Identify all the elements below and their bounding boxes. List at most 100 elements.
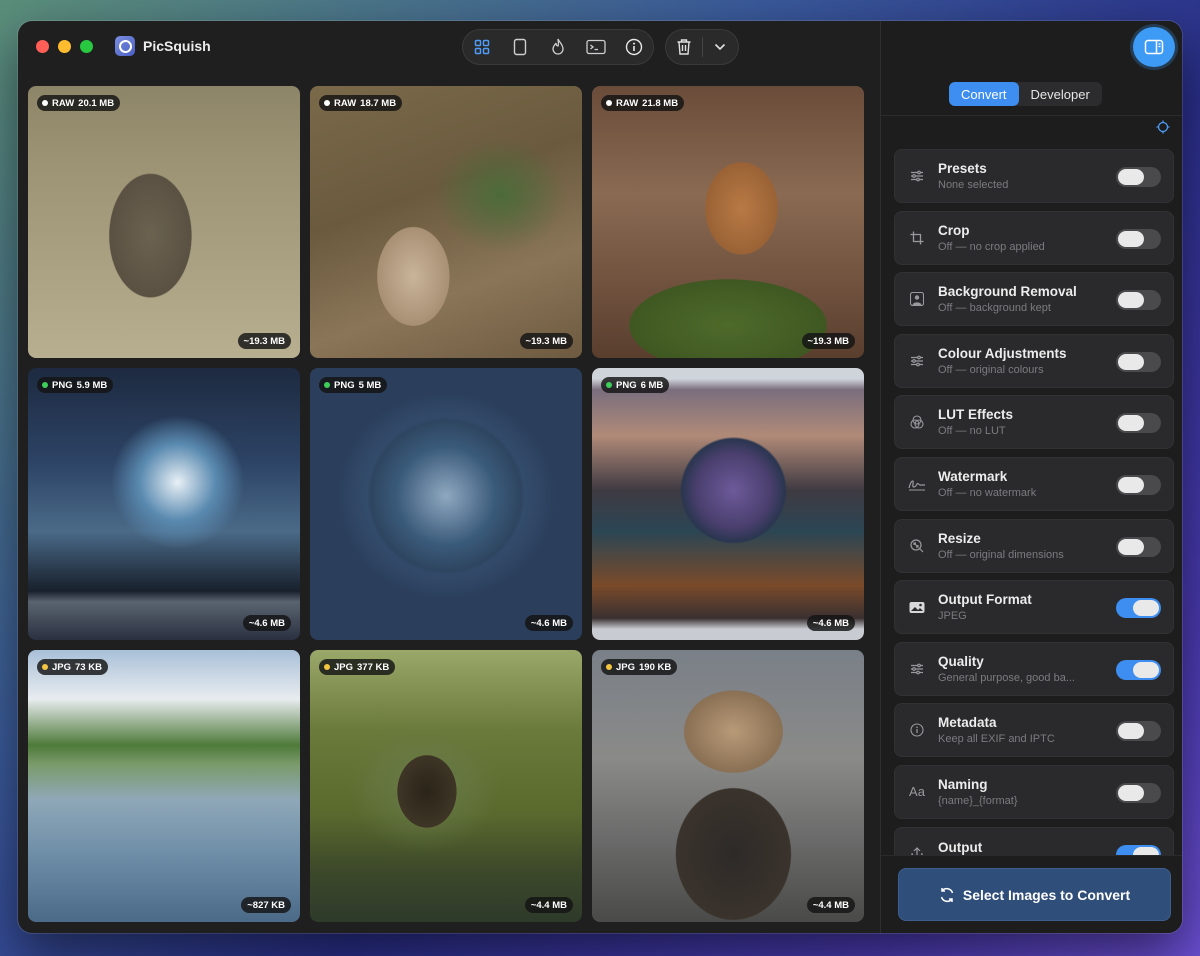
resize-icon bbox=[907, 538, 927, 553]
lut-icon bbox=[907, 415, 927, 429]
image-tile[interactable]: JPG 73 KB ~827 KB bbox=[28, 650, 300, 922]
setting-title: Presets bbox=[938, 161, 987, 176]
delete-button[interactable] bbox=[666, 29, 702, 65]
setting-subtitle: Off — no crop applied bbox=[938, 240, 1045, 253]
locate-button[interactable] bbox=[1156, 120, 1170, 139]
setting-toggle[interactable] bbox=[1116, 290, 1161, 311]
format-label: PNG bbox=[52, 379, 73, 391]
app-window: PicSquish RAW 20.1 MB ~19.3 MB RAW 18.7 MB ~1… bbox=[18, 21, 1182, 933]
setting-toggle[interactable] bbox=[1116, 536, 1161, 557]
setting-toggle[interactable] bbox=[1116, 167, 1161, 187]
image-tile[interactable]: RAW 20.1 MB ~19.3 MB bbox=[28, 86, 300, 358]
setting-row-quality[interactable]: Quality General purpose, good ba... bbox=[894, 641, 1174, 696]
format-size-badge: PNG 6 MB bbox=[601, 377, 670, 393]
format-dot-icon bbox=[42, 100, 48, 106]
setting-toggle[interactable] bbox=[1116, 782, 1161, 803]
grid-icon bbox=[474, 39, 490, 55]
setting-title: LUT Effects bbox=[938, 407, 1014, 423]
hot-button[interactable] bbox=[539, 29, 577, 65]
info-button[interactable] bbox=[615, 29, 653, 65]
setting-row-metadata[interactable]: Metadata Keep all EXIF and IPTC bbox=[894, 703, 1174, 758]
minimize-window-button[interactable] bbox=[58, 40, 71, 53]
close-window-button[interactable] bbox=[36, 40, 49, 53]
settings-list: Presets None selected Crop Off — no crop ap… bbox=[894, 149, 1174, 857]
format-size-badge: JPG 190 KB bbox=[601, 659, 678, 675]
tab-developer[interactable]: Developer bbox=[1019, 82, 1102, 106]
image-tile[interactable]: PNG 5.9 MB ~4.6 MB bbox=[28, 368, 300, 640]
select-images-button[interactable]: Select Images to Convert bbox=[898, 868, 1171, 921]
image-tile[interactable]: PNG 5 MB ~4.6 MB bbox=[310, 368, 582, 640]
info-icon bbox=[625, 38, 643, 56]
format-dot-icon bbox=[324, 100, 330, 106]
tablet-icon bbox=[513, 38, 527, 56]
setting-row-resize[interactable]: Resize Off — original dimensions bbox=[894, 518, 1174, 573]
setting-toggle[interactable] bbox=[1116, 351, 1161, 372]
setting-toggle[interactable] bbox=[1116, 659, 1161, 680]
cta-footer: Select Images to Convert bbox=[881, 855, 1182, 933]
single-view-button[interactable] bbox=[501, 29, 539, 65]
setting-toggle[interactable] bbox=[1116, 228, 1161, 249]
format-size-badge: RAW 21.8 MB bbox=[601, 95, 685, 111]
more-menu-button[interactable] bbox=[702, 29, 738, 65]
trash-toolbar bbox=[665, 29, 739, 65]
setting-title: Naming bbox=[938, 776, 988, 792]
format-size-badge: PNG 5.9 MB bbox=[37, 377, 114, 393]
image-grid: RAW 20.1 MB ~19.3 MB RAW 18.7 MB ~19.3 MB RAW 2… bbox=[28, 86, 866, 922]
setting-subtitle: Off — original colours bbox=[938, 363, 1044, 376]
image-tile[interactable]: RAW 18.7 MB ~19.3 MB bbox=[310, 86, 582, 358]
settings-sidebar: Convert Developer Presets None selected Cr… bbox=[880, 21, 1182, 933]
setting-row-colour-adjustments[interactable]: Colour Adjustments Off — original colours bbox=[894, 333, 1174, 388]
setting-row-background-removal[interactable]: Background Removal Off — background kept bbox=[894, 272, 1174, 327]
original-size-label: 73 KB bbox=[75, 661, 102, 673]
format-dot-icon bbox=[606, 382, 612, 388]
signature-icon bbox=[907, 477, 927, 491]
original-size-label: 5 MB bbox=[358, 379, 382, 391]
setting-title: Output Format bbox=[938, 592, 1032, 608]
setting-toggle[interactable] bbox=[1116, 474, 1161, 495]
window-controls bbox=[36, 40, 93, 53]
image-tile[interactable]: RAW 21.8 MB ~19.3 MB bbox=[592, 86, 864, 358]
grid-view-button[interactable] bbox=[463, 29, 501, 65]
image-tile[interactable]: PNG 6 MB ~4.6 MB bbox=[592, 368, 864, 640]
setting-row-lut-effects[interactable]: LUT Effects Off — no LUT bbox=[894, 395, 1174, 450]
tab-convert[interactable]: Convert bbox=[949, 82, 1019, 106]
setting-row-output[interactable]: Output bbox=[894, 826, 1174, 857]
estimated-size-badge: ~4.4 MB bbox=[524, 897, 573, 913]
flame-icon bbox=[552, 38, 564, 55]
setting-title: Metadata bbox=[938, 715, 997, 731]
chevron-down-icon bbox=[715, 43, 726, 51]
setting-row-naming[interactable]: Aa Naming {name}_{format} bbox=[894, 764, 1174, 819]
setting-toggle[interactable] bbox=[1116, 598, 1161, 619]
sidebar-icon bbox=[1144, 39, 1164, 55]
format-label: RAW bbox=[616, 97, 639, 109]
setting-row-watermark[interactable]: Watermark Off — no watermark bbox=[894, 456, 1174, 511]
setting-subtitle: None selected bbox=[938, 179, 1009, 191]
setting-row-crop[interactable]: Crop Off — no crop applied bbox=[894, 210, 1174, 265]
sidebar-toggle-button[interactable] bbox=[1133, 27, 1175, 67]
sidebar-divider bbox=[881, 115, 1182, 116]
setting-toggle[interactable] bbox=[1116, 413, 1161, 434]
setting-row-presets[interactable]: Presets None selected bbox=[894, 149, 1174, 203]
setting-row-output-format[interactable]: Output Format JPEG bbox=[894, 580, 1174, 635]
original-size-label: 20.1 MB bbox=[78, 97, 115, 109]
image-tile[interactable]: JPG 190 KB ~4.4 MB bbox=[592, 650, 864, 922]
trash-icon bbox=[677, 39, 691, 55]
format-size-badge: RAW 20.1 MB bbox=[37, 95, 121, 111]
estimated-size-badge: ~4.6 MB bbox=[242, 615, 291, 631]
terminal-button[interactable] bbox=[577, 29, 615, 65]
image-tile[interactable]: JPG 377 KB ~4.4 MB bbox=[310, 650, 582, 922]
estimated-size-badge: ~19.3 MB bbox=[237, 333, 291, 349]
setting-subtitle: Off — background kept bbox=[938, 302, 1051, 315]
mode-tabs: Convert Developer bbox=[949, 82, 1102, 106]
app-title: PicSquish bbox=[115, 36, 211, 56]
format-size-badge: JPG 377 KB bbox=[319, 659, 396, 675]
format-size-badge: RAW 18.7 MB bbox=[319, 95, 403, 111]
setting-subtitle: Off — no LUT bbox=[938, 425, 1006, 438]
estimated-size-badge: ~4.6 MB bbox=[806, 615, 855, 631]
format-label: PNG bbox=[616, 379, 637, 391]
setting-title: Quality bbox=[938, 653, 984, 669]
zoom-window-button[interactable] bbox=[80, 40, 93, 53]
refresh-icon bbox=[940, 887, 954, 902]
original-size-label: 377 KB bbox=[357, 661, 390, 673]
setting-toggle[interactable] bbox=[1116, 721, 1161, 742]
